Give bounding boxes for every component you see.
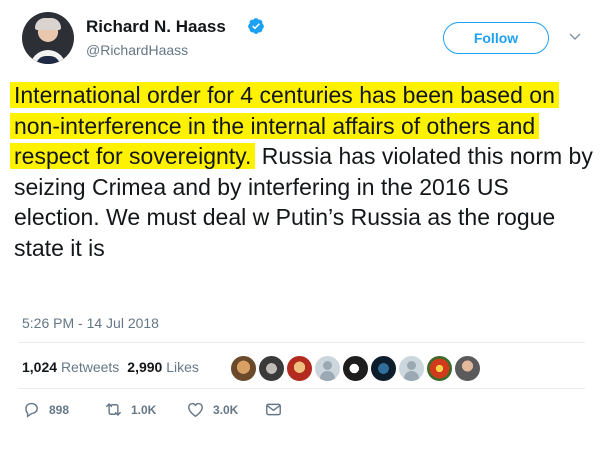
divider	[18, 342, 585, 343]
likes-stat[interactable]: 2,990 Likes	[127, 359, 199, 375]
chevron-down-icon[interactable]	[569, 31, 581, 43]
like-button[interactable]: 3.0K	[186, 400, 238, 419]
tweet-actions: 898 1.0K 3.0K	[0, 400, 603, 424]
liker-avatar[interactable]	[425, 354, 454, 383]
user-handle[interactable]: @RichardHaass	[86, 42, 188, 58]
likes-count: 2,990	[127, 359, 163, 375]
retweet-icon	[106, 403, 121, 416]
reply-count: 898	[49, 402, 70, 417]
retweets-label: Retweets	[60, 359, 120, 375]
retweets-count: 1,024	[22, 359, 58, 375]
liker-avatar[interactable]	[369, 354, 398, 383]
divider	[18, 388, 585, 389]
liker-avatar[interactable]	[341, 354, 370, 383]
verified-badge-icon	[248, 18, 264, 34]
likes-label: Likes	[166, 359, 199, 375]
display-name[interactable]: Richard N. Haass	[86, 17, 226, 37]
liker-avatar[interactable]	[229, 354, 258, 383]
retweets-stat[interactable]: 1,024 Retweets	[22, 359, 119, 375]
direct-message-button[interactable]	[264, 400, 283, 419]
liker-avatar[interactable]	[257, 354, 286, 383]
profile-avatar[interactable]	[22, 12, 74, 64]
liker-avatar[interactable]	[397, 354, 426, 383]
follow-button[interactable]: Follow	[443, 22, 549, 54]
tweet-timestamp[interactable]: 5:26 PM - 14 Jul 2018	[22, 315, 159, 331]
liker-avatar[interactable]	[313, 354, 342, 383]
like-count: 3.0K	[213, 402, 239, 417]
reply-icon	[25, 402, 38, 418]
tweet-stats: 1,024 Retweets 2,990 Likes	[22, 359, 199, 375]
heart-icon	[188, 402, 203, 417]
retweet-button[interactable]: 1.0K	[104, 400, 156, 419]
envelope-icon	[266, 403, 281, 416]
tweet-text: International order for 4 centuries has …	[10, 80, 594, 263]
retweet-count: 1.0K	[131, 402, 157, 417]
reply-button[interactable]: 898	[22, 400, 69, 419]
liker-avatar[interactable]	[285, 354, 314, 383]
liker-avatar[interactable]	[453, 354, 482, 383]
